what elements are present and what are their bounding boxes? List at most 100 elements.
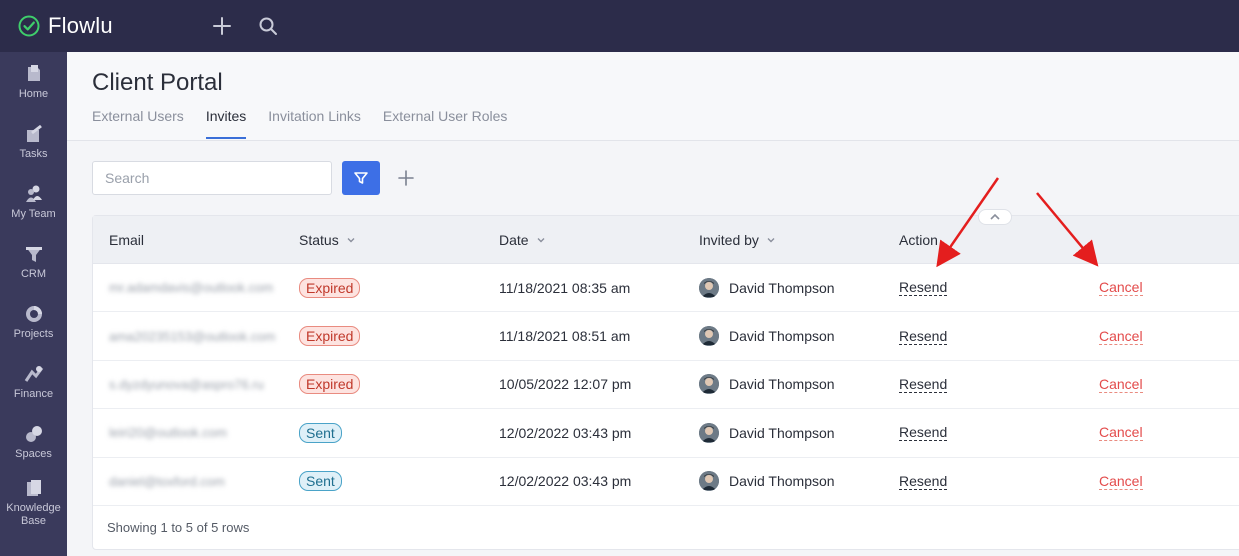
page-title: Client Portal — [92, 69, 223, 96]
table-row: s.dyzdyunova@aspro76.ru Expired 10/05/20… — [93, 361, 1239, 410]
create-icon[interactable] — [210, 14, 234, 38]
inviter-name: David Thompson — [729, 473, 835, 490]
filter-icon — [354, 172, 368, 184]
resend-cell: Resend — [899, 424, 1099, 442]
resend-link[interactable]: Resend — [899, 279, 948, 297]
cancel-link[interactable]: Cancel — [1099, 424, 1143, 442]
email-cell: ama20235153@outlook.com — [93, 329, 299, 344]
email-cell: leiri20@outlook.com — [93, 425, 299, 440]
cancel-link[interactable]: Cancel — [1099, 473, 1143, 490]
date-cell: 12/02/2022 03:43 pm — [499, 424, 632, 441]
table-row: mr.adamdavis@outlook.com Expired 11/18/2… — [93, 264, 1239, 313]
cancel-cell: Cancel — [1099, 279, 1239, 297]
projects-icon — [25, 305, 42, 322]
cancel-link[interactable]: Cancel — [1099, 279, 1143, 297]
table-row: daniel@toxford.com Sent 12/02/2022 03:43… — [93, 458, 1239, 506]
global-search-icon[interactable] — [256, 14, 280, 38]
resend-cell: Resend — [899, 279, 1099, 297]
email-cell: daniel@toxford.com — [93, 474, 299, 489]
email-cell: s.dyzdyunova@aspro76.ru — [93, 377, 299, 392]
avatar — [699, 374, 719, 395]
page-header: Client Portal External Users Invites Inv… — [67, 52, 1239, 141]
search-input[interactable] — [92, 161, 332, 195]
top-bar: Flowlu — [0, 0, 1239, 52]
column-header-email[interactable]: Email — [93, 232, 299, 248]
sidebar-item-label: Knowledge — [6, 502, 61, 514]
column-label: Date — [499, 231, 529, 248]
sidebar-item-finance[interactable]: Finance — [0, 352, 67, 412]
sidebar-item-label: CRM — [20, 267, 47, 280]
email-value: s.dyzdyunova@aspro76.ru — [109, 376, 264, 392]
chevron-down-icon — [767, 237, 775, 242]
table-row: ama20235153@outlook.com Expired 11/18/20… — [93, 312, 1239, 361]
chevron-down-icon — [537, 237, 545, 242]
sidebar-item-label: My Team — [11, 207, 56, 220]
sidebar-item-tasks[interactable]: Tasks — [0, 112, 67, 172]
date-cell: 11/18/2021 08:35 am — [499, 279, 631, 296]
toolbar — [67, 141, 1239, 215]
cancel-link[interactable]: Cancel — [1099, 328, 1143, 345]
sidebar-item-my-team[interactable]: My Team — [0, 172, 67, 232]
inviter-name: David Thompson — [729, 328, 835, 345]
sidebar-item-spaces[interactable]: Spaces — [0, 412, 67, 472]
tab-invitation-links[interactable]: Invitation Links — [268, 104, 361, 140]
status-cell: Sent — [299, 422, 499, 443]
sidebar-item-home[interactable]: Home — [0, 52, 67, 112]
tab-invites[interactable]: Invites — [205, 104, 247, 139]
sidebar-item-projects[interactable]: Projects — [0, 292, 67, 352]
cancel-cell: Cancel — [1099, 424, 1239, 442]
sidebar-item-label: Tasks — [19, 147, 48, 160]
add-invite-button[interactable] — [394, 166, 418, 190]
team-icon — [25, 185, 42, 202]
resend-link[interactable]: Resend — [899, 328, 948, 345]
resend-link[interactable]: Resend — [899, 424, 948, 442]
date-cell: 12/02/2022 03:43 pm — [499, 473, 632, 490]
cancel-cell: Cancel — [1099, 328, 1239, 345]
status-badge: Expired — [299, 374, 361, 395]
app-logo[interactable]: Flowlu — [18, 13, 208, 39]
email-value: ama20235153@outlook.com — [109, 328, 276, 344]
column-header-invited-by[interactable]: Invited by — [699, 232, 899, 248]
table-footer: Showing 1 to 5 of 5 rows — [107, 520, 250, 536]
sidebar-item-label-2: Base — [20, 515, 47, 527]
column-header-status[interactable]: Status — [299, 232, 499, 248]
cancel-link[interactable]: Cancel — [1099, 376, 1143, 393]
cancel-cell: Cancel — [1099, 376, 1239, 393]
collapse-toggle[interactable] — [978, 209, 1012, 225]
tab-external-user-roles[interactable]: External User Roles — [383, 104, 508, 140]
filter-button[interactable] — [342, 161, 380, 195]
column-header-date[interactable]: Date — [499, 232, 699, 248]
status-cell: Expired — [299, 277, 499, 298]
spaces-icon — [25, 425, 42, 442]
invited-by-cell: David Thompson — [699, 471, 899, 492]
chevron-down-icon — [347, 237, 355, 242]
avatar — [699, 422, 719, 443]
sidebar-item-label: Finance — [13, 387, 54, 400]
resend-link[interactable]: Resend — [899, 473, 948, 490]
column-label: Status — [299, 231, 339, 248]
column-header-action: Action — [899, 232, 1099, 248]
email-value: mr.adamdavis@outlook.com — [109, 280, 274, 296]
sidebar-item-knowledge-base[interactable]: Knowledge Base — [0, 472, 67, 534]
invites-table: Email Status Date Invited by Action mr.a… — [92, 209, 1239, 550]
date-cell: 10/05/2022 12:07 pm — [499, 376, 632, 393]
column-label: Action — [899, 231, 938, 248]
tab-external-users[interactable]: External Users — [92, 104, 184, 140]
sidebar-item-crm[interactable]: CRM — [0, 232, 67, 292]
column-label: Email — [109, 231, 145, 248]
inviter-name: David Thompson — [729, 279, 835, 296]
knowledge-base-icon — [26, 480, 41, 496]
avatar — [699, 277, 719, 298]
avatar — [699, 471, 719, 492]
status-badge: Sent — [299, 422, 342, 443]
status-cell: Sent — [299, 471, 499, 492]
cancel-cell: Cancel — [1099, 473, 1239, 490]
sidebar: Home Tasks My Team CRM Projects Finance … — [0, 52, 67, 556]
table-body: mr.adamdavis@outlook.com Expired 11/18/2… — [93, 264, 1239, 506]
crm-icon — [25, 246, 42, 262]
avatar — [699, 326, 719, 347]
tab-bar: External Users Invites Invitation Links … — [92, 104, 1239, 140]
resend-cell: Resend — [899, 328, 1099, 345]
resend-link[interactable]: Resend — [899, 376, 948, 393]
inviter-name: David Thompson — [729, 376, 835, 393]
